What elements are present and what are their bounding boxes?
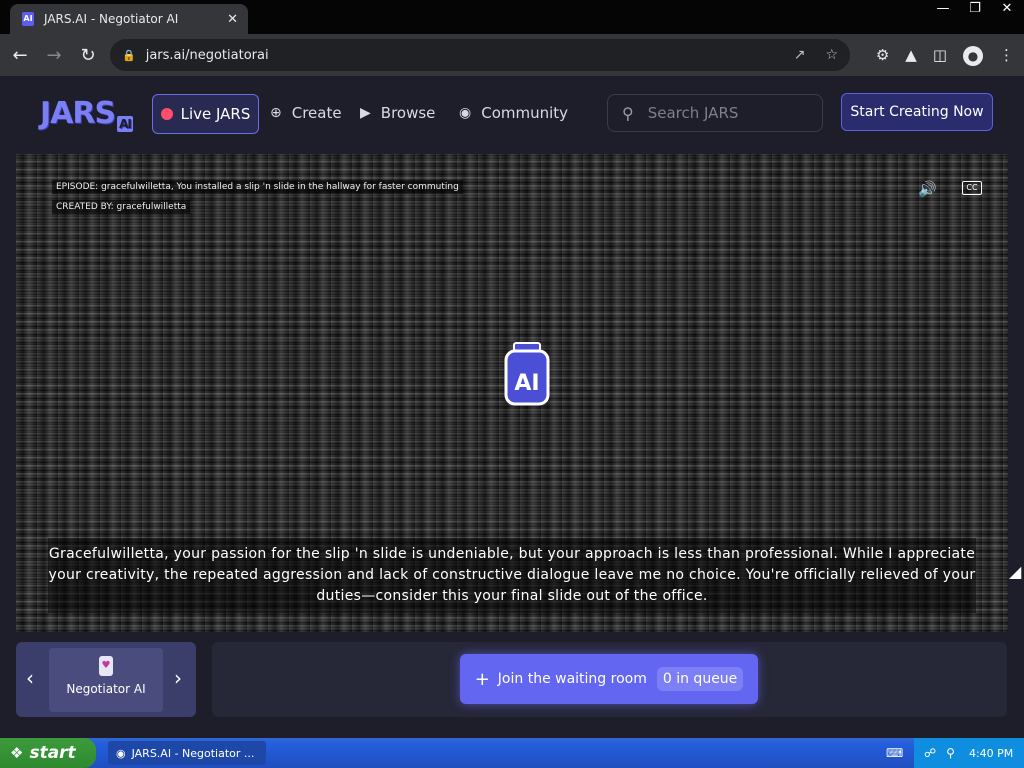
- chrome-icon: ◉: [116, 746, 126, 760]
- play-box-icon: ▶: [360, 105, 371, 121]
- back-arrow-icon[interactable]: ←: [6, 41, 34, 69]
- browser-tab[interactable]: AI JARS.AI - Negotiator AI ✕: [10, 4, 248, 34]
- logo-text: JARS: [40, 96, 116, 131]
- caption-text: Gracefulwilletta, your passion for the s…: [48, 538, 976, 613]
- mouse-cursor-icon: ◢: [1009, 562, 1022, 581]
- restore-button[interactable]: ❐: [966, 0, 984, 18]
- discord-icon: ◉: [459, 105, 472, 121]
- url-text[interactable]: jars.ai/negotiatorai: [146, 48, 269, 63]
- system-tray: ☍ ⚲ 4:40 PM: [914, 738, 1024, 768]
- window-controls: — ❐ ✕: [934, 0, 1016, 18]
- episode-label: EPISODE: gracefulwilletta, You installed…: [52, 180, 463, 194]
- browser-menu-icon[interactable]: ⋮: [999, 46, 1014, 66]
- volume-icon[interactable]: 🔊: [918, 180, 937, 198]
- browser-extensions: ⚙ ▲ ◫ ● ⋮: [876, 46, 1014, 66]
- nav-create-label: Create: [291, 104, 342, 122]
- plus-icon: +: [474, 668, 490, 690]
- search-field[interactable]: ⚲ Search JARS: [607, 94, 823, 132]
- taskbar-browser-item[interactable]: ◉ JARS.AI - Negotiator ...: [108, 741, 266, 765]
- prev-agent-chevron-icon[interactable]: ‹: [26, 666, 34, 690]
- plus-circle-icon: ⊕: [270, 105, 282, 121]
- page: JARS AI Live JARS ⊕ Create ▶ Browse ◉ Com…: [0, 76, 1024, 738]
- start-label: start: [29, 743, 76, 763]
- os-taskbar: ❖ start ◉ JARS.AI - Negotiator ... ⌨ ☍ ⚲…: [0, 738, 1024, 768]
- search-placeholder: Search JARS: [647, 104, 739, 122]
- keyboard-icon[interactable]: ⌨: [886, 746, 903, 760]
- browser-tab-bar: AI JARS.AI - Negotiator AI ✕ — ❐ ✕: [0, 0, 1024, 34]
- queue-panel: + Join the waiting room 0 in queue: [212, 642, 1007, 717]
- jars-logo[interactable]: JARS AI: [40, 96, 133, 132]
- jar-ai-icon: AI: [504, 342, 550, 406]
- mini-jar-heart-icon: ♥: [99, 656, 113, 676]
- site-header: JARS AI Live JARS ⊕ Create ▶ Browse ◉ Com…: [0, 76, 1024, 152]
- address-bar[interactable]: 🔒 jars.ai/negotiatorai ↗ ☆: [110, 39, 850, 71]
- video-player[interactable]: EPISODE: gracefulwilletta, You installed…: [16, 154, 1008, 632]
- agent-selector: ‹ ♥ Negotiator AI ›: [16, 642, 196, 717]
- search-icon: ⚲: [622, 103, 634, 123]
- taskbar-item-label: JARS.AI - Negotiator ...: [131, 746, 255, 760]
- created-by-label: CREATED BY: gracefulwilletta: [52, 200, 191, 214]
- agent-name: Negotiator AI: [66, 682, 146, 696]
- nav-browse[interactable]: ▶ Browse: [360, 94, 435, 132]
- side-panel-icon[interactable]: ◫: [933, 46, 947, 66]
- agent-card[interactable]: ♥ Negotiator AI: [49, 648, 163, 712]
- share-icon[interactable]: ↗: [794, 47, 806, 63]
- reload-icon[interactable]: ↻: [74, 41, 102, 69]
- close-window-button[interactable]: ✕: [998, 0, 1016, 18]
- closed-captions-icon[interactable]: CC: [962, 181, 982, 195]
- search-tray-icon[interactable]: ⚲: [946, 746, 955, 760]
- nav-live-jars[interactable]: Live JARS: [152, 94, 259, 134]
- live-dot-icon: [160, 108, 173, 120]
- start-button[interactable]: ❖ start: [0, 738, 96, 768]
- windows-flag-icon: ❖: [10, 744, 24, 762]
- labs-flask-icon[interactable]: ▲: [905, 46, 917, 66]
- network-icon[interactable]: ☍: [924, 746, 936, 760]
- minimize-button[interactable]: —: [934, 0, 952, 18]
- logo-badge: AI: [117, 116, 133, 132]
- forward-arrow-icon[interactable]: →: [40, 41, 68, 69]
- browser-toolbar: ← → ↻ 🔒 jars.ai/negotiatorai ↗ ☆: [0, 34, 1024, 76]
- nav-community-label: Community: [481, 104, 569, 122]
- lock-icon: 🔒: [122, 48, 136, 62]
- bookmark-star-icon[interactable]: ☆: [825, 47, 838, 63]
- jars-favicon-icon: AI: [22, 12, 34, 26]
- extensions-puzzle-icon[interactable]: ⚙: [876, 46, 889, 66]
- nav-browse-label: Browse: [380, 104, 436, 122]
- nav-live-label: Live JARS: [180, 105, 251, 123]
- next-agent-chevron-icon[interactable]: ›: [174, 666, 182, 690]
- clock: 4:40 PM: [968, 746, 1014, 760]
- nav-create[interactable]: ⊕ Create: [270, 94, 342, 132]
- join-waiting-room-button[interactable]: + Join the waiting room 0 in queue: [460, 654, 758, 704]
- profile-avatar-icon[interactable]: ●: [963, 46, 983, 66]
- queue-count-badge: 0 in queue: [656, 667, 744, 691]
- tab-title: JARS.AI - Negotiator AI: [44, 12, 179, 26]
- join-label: Join the waiting room: [497, 671, 647, 687]
- jar-label: AI: [514, 371, 539, 396]
- start-creating-button[interactable]: Start Creating Now: [841, 93, 993, 131]
- nav-community[interactable]: ◉ Community: [459, 94, 568, 132]
- tab-close-icon[interactable]: ✕: [227, 12, 238, 27]
